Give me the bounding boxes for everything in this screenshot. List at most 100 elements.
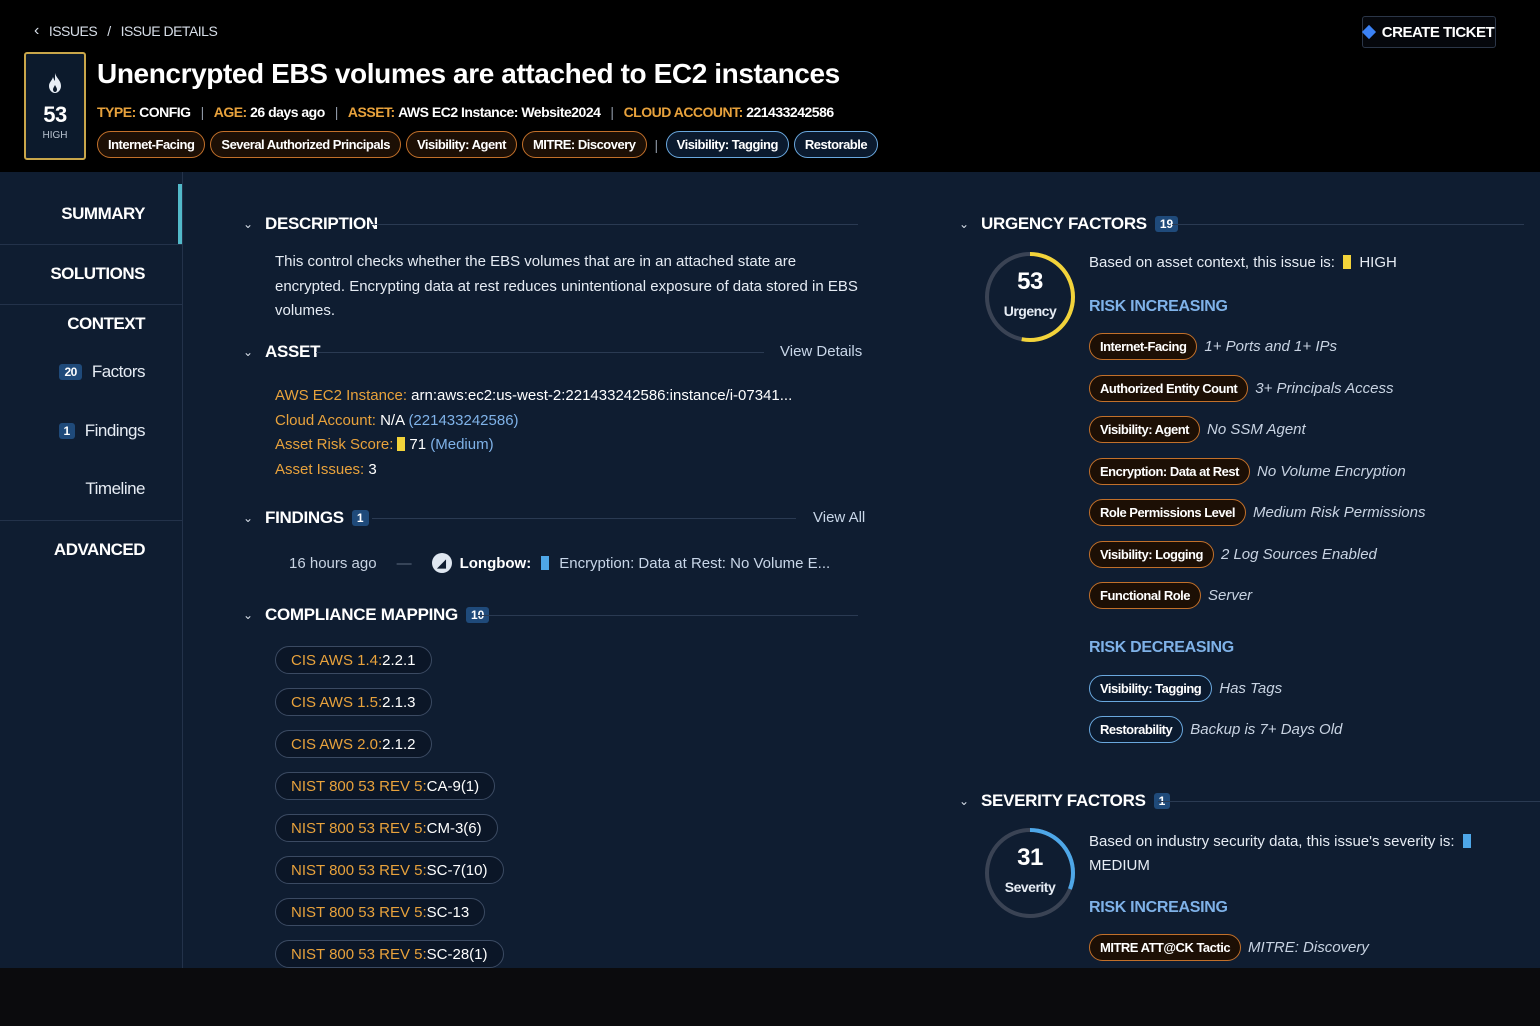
compliance-standard: CIS AWS 2.0: <box>291 735 383 753</box>
asset-account-row: Cloud Account: N/A (221433242586) <box>275 409 792 434</box>
section-divider <box>372 518 796 519</box>
issue-tag[interactable]: Internet-Facing <box>97 131 206 158</box>
compliance-standard: NIST 800 53 REV 5: <box>291 945 427 963</box>
nav-summary[interactable]: SUMMARY <box>0 204 183 224</box>
compliance-title: COMPLIANCE MAPPING <box>265 605 458 624</box>
compliance-item[interactable]: NIST 800 53 REV 5: SC-13 <box>275 898 486 926</box>
ticket-icon <box>1361 24 1376 40</box>
factor-tag[interactable]: Encryption: Data at Rest <box>1089 457 1250 485</box>
factor-tag[interactable]: Internet-Facing <box>1089 333 1198 360</box>
asset-account-id[interactable]: (221433242586) <box>408 412 518 429</box>
urgency-gauge-ring <box>985 252 1075 342</box>
findings-section-header[interactable]: ⌄ FINDINGS 1 <box>243 508 369 528</box>
issue-tag[interactable]: Visibility: Agent <box>405 131 517 158</box>
breadcrumb-issues-link[interactable]: ISSUES <box>49 23 98 39</box>
chevron-down-icon: ⌄ <box>959 794 970 808</box>
compliance-control: CM-3(6) <box>426 819 482 837</box>
finding-row[interactable]: 16 hours ago — ◢ Longbow: Encryption: Da… <box>289 553 869 573</box>
description-section-header[interactable]: ⌄ DESCRIPTION <box>243 214 378 234</box>
chevron-down-icon: ⌄ <box>243 511 254 525</box>
compliance-standard: NIST 800 53 REV 5: <box>291 819 427 837</box>
compliance-item[interactable]: NIST 800 53 REV 5: CA-9(1) <box>275 772 496 800</box>
issue-tag[interactable]: Restorable <box>793 131 879 158</box>
create-ticket-button[interactable]: CREATE TICKET <box>1361 16 1496 48</box>
factor-value: Medium Risk Permissions <box>1252 504 1426 521</box>
nav-item-factors[interactable]: 20 Factors <box>0 362 183 382</box>
urgency-title: URGENCY FACTORS <box>981 214 1147 233</box>
factor-value: Has Tags <box>1219 680 1283 697</box>
compliance-item[interactable]: CIS AWS 1.5: 2.1.3 <box>275 688 432 716</box>
urgency-context-level: HIGH <box>1359 254 1397 271</box>
factor-tag[interactable]: Functional Role <box>1089 582 1201 609</box>
meta-separator: | <box>334 104 339 120</box>
factor-tag[interactable]: Restorability <box>1089 716 1184 743</box>
chevron-down-icon: ⌄ <box>243 345 254 359</box>
asset-instance-row: AWS EC2 Instance: arn:aws:ec2:us-west-2:… <box>275 384 792 409</box>
nav-advanced[interactable]: ADVANCED <box>0 540 183 560</box>
factor-row: Visibility: Logging 2 Log Sources Enabled <box>1089 540 1377 568</box>
longbow-icon: ◢ <box>431 553 452 573</box>
section-divider <box>478 615 858 616</box>
nav-divider <box>0 244 183 245</box>
issue-tags: Internet-Facing Several Authorized Princi… <box>97 131 879 158</box>
asset-risk-level: (Medium) <box>430 436 494 453</box>
side-nav: SUMMARY SOLUTIONS CONTEXT 20 Factors 1 F… <box>0 172 183 968</box>
factor-row: Visibility: Agent No SSM Agent <box>1089 416 1306 443</box>
issue-header: ‹ ISSUES / ISSUE DETAILS CREATE TICKET 5… <box>0 0 1540 172</box>
severity-gauge-ring <box>985 828 1075 918</box>
finding-time: 16 hours ago <box>289 554 377 572</box>
issue-tag[interactable]: Several Authorized Principals <box>210 131 401 158</box>
asset-title: ASSET <box>265 342 321 361</box>
breadcrumb: ‹ ISSUES / ISSUE DETAILS <box>34 22 218 40</box>
factor-tag[interactable]: Visibility: Tagging <box>1089 675 1213 702</box>
nav-item-timeline[interactable]: Timeline <box>0 479 183 499</box>
severity-context: Based on industry security data, this is… <box>1089 830 1529 878</box>
compliance-item[interactable]: NIST 800 53 REV 5: SC-7(10) <box>275 856 504 884</box>
factor-value: 2 Log Sources Enabled <box>1220 545 1377 563</box>
compliance-item[interactable]: CIS AWS 1.4: 2.2.1 <box>275 646 432 674</box>
asset-section-header[interactable]: ⌄ ASSET <box>243 342 320 362</box>
view-details-link[interactable]: View Details <box>780 343 862 360</box>
nav-solutions[interactable]: SOLUTIONS <box>0 264 183 284</box>
asset-details: AWS EC2 Instance: arn:aws:ec2:us-west-2:… <box>275 384 792 482</box>
compliance-standard: NIST 800 53 REV 5: <box>291 903 427 921</box>
factor-tag[interactable]: Visibility: Logging <box>1089 540 1214 568</box>
meta-key: AGE: <box>213 104 248 120</box>
compliance-item[interactable]: CIS AWS 2.0: 2.1.2 <box>275 730 432 758</box>
compliance-control: 2.1.3 <box>382 693 416 711</box>
chevron-left-icon[interactable]: ‹ <box>34 22 39 40</box>
factor-tag[interactable]: Visibility: Agent <box>1089 416 1201 443</box>
nav-context[interactable]: CONTEXT <box>0 314 183 334</box>
factor-tag[interactable]: Authorized Entity Count <box>1089 374 1249 402</box>
issue-tag[interactable]: MITRE: Discovery <box>521 131 647 158</box>
compliance-section-header[interactable]: ⌄ COMPLIANCE MAPPING 10 <box>243 605 490 625</box>
severity-gauge: 31 Severity <box>983 826 1077 920</box>
risk-level-marker <box>397 437 406 451</box>
compliance-standard: CIS AWS 1.4: <box>291 651 383 669</box>
compliance-item[interactable]: NIST 800 53 REV 5: CM-3(6) <box>275 814 498 842</box>
issue-tag[interactable]: Visibility: Tagging <box>665 131 789 158</box>
meta-item: TYPE: CONFIG <box>97 104 191 120</box>
factor-value: 3+ Principals Access <box>1255 379 1394 397</box>
severity-section-header[interactable]: ⌄ SEVERITY FACTORS 1 <box>959 791 1171 811</box>
urgency-section-header[interactable]: ⌄ URGENCY FACTORS 19 <box>959 214 1179 234</box>
severity-gauge-value: 31 <box>1017 844 1043 871</box>
view-all-findings-link[interactable]: View All <box>813 509 865 526</box>
flame-icon <box>46 72 64 100</box>
compliance-item[interactable]: NIST 800 53 REV 5: SC-28(1) <box>275 940 504 968</box>
finding-separator: — <box>396 554 412 572</box>
factor-tag[interactable]: MITRE ATT@CK Tactic <box>1089 934 1242 961</box>
section-divider <box>1172 224 1524 225</box>
section-divider <box>370 224 858 225</box>
section-divider <box>316 352 764 353</box>
factor-tag[interactable]: Role Permissions Level <box>1089 499 1246 526</box>
tag-separator: | <box>654 136 659 153</box>
findings-count-badge: 1 <box>58 423 75 439</box>
nav-item-findings[interactable]: 1 Findings <box>0 421 183 441</box>
factor-value: Server <box>1208 587 1253 604</box>
breadcrumb-separator: / <box>107 23 111 39</box>
asset-issues-value[interactable]: 3 <box>368 461 376 478</box>
asset-instance-value[interactable]: arn:aws:ec2:us-west-2:221433242586:insta… <box>411 387 792 404</box>
meta-key: TYPE: <box>97 104 136 120</box>
asset-risk-value: 71 <box>409 436 427 453</box>
